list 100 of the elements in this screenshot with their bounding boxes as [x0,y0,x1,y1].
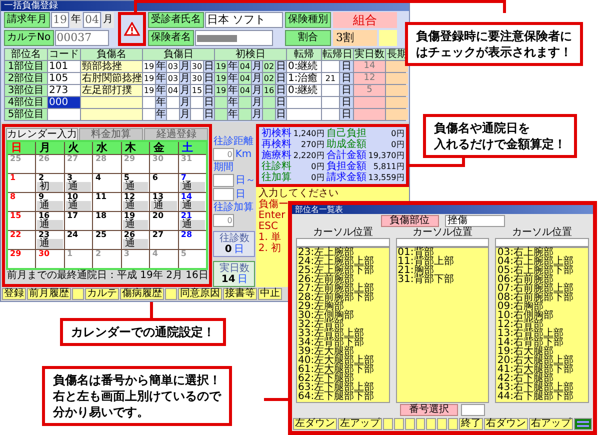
function-button[interactable]: 中止 [258,288,282,300]
date-field[interactable]: 04 [239,61,251,72]
date-field[interactable] [191,97,203,108]
function-button[interactable]: 右ダウン [484,418,528,430]
day-cell[interactable]: 25 [93,231,121,249]
function-button[interactable] [165,288,177,300]
day-cell[interactable]: 9 通 [36,193,64,211]
date-field[interactable]: 04 [239,73,251,84]
list-item[interactable]: 21:胸部 [398,266,434,275]
date-field[interactable]: 21 [322,73,339,84]
date-field[interactable]: 19 [143,73,155,84]
date-field[interactable]: 19 [143,85,155,96]
function-button[interactable]: 終了 [459,418,484,430]
list-item[interactable]: 07:右前腕部上部 [497,284,574,293]
number-select-button[interactable]: 番号選択 [400,404,458,416]
function-button[interactable] [404,418,415,430]
date-field[interactable] [239,97,251,108]
date-field[interactable]: 16 [263,85,275,96]
list-item[interactable]: 33:左背部上部 [298,329,364,338]
date-field[interactable] [322,85,339,96]
date-field[interactable]: 03 [167,61,179,72]
day-cell[interactable]: 8 [8,193,36,211]
date-field[interactable]: 19 [215,73,227,84]
function-button[interactable] [416,418,426,430]
list-item[interactable]: 34:左背部下部 [298,338,364,347]
injury-name-field[interactable] [81,109,142,120]
day-cell[interactable]: 4 [93,174,121,192]
list-item[interactable]: 62:左下腿部 [298,374,354,383]
list-item[interactable]: 63:左下腿部上部 [298,383,374,392]
day-cell[interactable]: 21 通 [178,212,206,230]
function-button[interactable]: 同意原因 [178,288,222,300]
date-field[interactable] [322,109,339,120]
date-field[interactable]: 02 [263,73,275,84]
list-item[interactable]: 01:背部 [398,248,434,257]
code-field[interactable]: 000 [48,97,80,108]
date-field[interactable]: 02 [263,61,275,72]
function-button[interactable] [394,418,404,430]
function-button[interactable]: 接書等 [223,288,257,300]
list-item[interactable]: 40:左大腿部上部 [298,356,374,365]
list-item[interactable]: 06:右前腕部 [497,275,554,284]
injury-name-field[interactable] [81,97,142,108]
visit-add-field[interactable]: 0 [213,214,234,227]
year-field[interactable]: 19 [51,12,69,28]
injury-name-field[interactable]: 頸部捻挫 [81,61,142,72]
function-button[interactable] [437,418,448,430]
day-cell[interactable]: 24 [64,231,92,249]
code-field[interactable]: 273 [48,85,80,96]
injury-part-button[interactable]: 負傷部位 [380,215,438,227]
outcome-field[interactable]: 1:治癒 [287,73,321,84]
day-cell[interactable]: 6 [150,174,178,192]
list-item[interactable]: 41:右大腿部下部 [497,365,574,374]
list-item[interactable]: 20:右大腿部上部 [497,356,574,365]
month-field[interactable]: 04 [83,12,101,28]
function-button[interactable]: 左ダウン [293,418,337,430]
outcome-field[interactable]: 0:継続 [287,85,321,96]
date-field[interactable] [167,109,179,120]
date-field[interactable] [322,97,339,108]
number-field[interactable] [461,404,485,416]
outcome-field[interactable]: 0:継続 [287,61,321,72]
day-cell[interactable]: 29 [8,250,36,268]
date-field[interactable]: 19 [215,85,227,96]
empty-field[interactable] [379,30,397,46]
date-field[interactable]: 04 [167,85,179,96]
date-field[interactable]: 30 [191,73,203,84]
day-cell[interactable]: 22 [8,231,36,249]
cursor-field[interactable] [296,238,390,247]
cursor-field[interactable] [396,238,490,247]
date-field[interactable] [239,109,251,120]
period-field[interactable] [213,174,234,187]
day-cell[interactable]: 7 通 [178,174,206,192]
list-item[interactable]: 12:右背部 [497,320,544,329]
day-cell[interactable]: 11 [93,193,121,211]
function-button[interactable]: 前月履歴 [27,288,71,300]
day-cell[interactable]: 28 [178,231,206,249]
injury-name-field[interactable]: 左足部打撲 [81,85,142,96]
date-field[interactable]: 04 [239,85,251,96]
list-item[interactable]: 25:左上腕部下部 [298,266,374,275]
date-field[interactable] [167,97,179,108]
list-item[interactable]: 09:右胸部 [497,302,544,311]
patient-name-field[interactable]: 日本 ソフト [205,12,283,28]
list-item[interactable]: 23:左上腕部 [298,248,354,257]
list-item[interactable]: 19:右大腿部 [497,347,554,356]
list-item[interactable]: 29:左胸部 [298,302,344,311]
outcome-field[interactable] [287,97,321,108]
day-cell[interactable]: 5 通 [122,174,150,192]
function-button[interactable]: 右アップ [529,418,574,430]
list-item[interactable]: 04:右上腕部上部 [497,257,574,266]
injury-name-field[interactable]: 右肘関節捻挫 [81,73,142,84]
list-item[interactable]: 39:左大腿部 [298,347,354,356]
day-cell[interactable]: 3 通 [64,174,92,192]
list-item[interactable]: 24:左上腕部上部 [298,257,374,266]
list-item[interactable]: 31:背部下部 [398,275,454,284]
day-cell[interactable]: 10 通 [64,193,92,211]
list-item[interactable]: 27:左前腕部上部 [298,284,374,293]
function-button[interactable]: 左アップ [338,418,382,430]
list-item[interactable]: 11:背部上部 [398,257,454,266]
date-field[interactable] [215,97,227,108]
ratio-button[interactable]: 割合 [285,30,331,46]
list-item[interactable]: 13:右背部上部 [497,329,564,338]
date-field[interactable]: 30 [191,61,203,72]
